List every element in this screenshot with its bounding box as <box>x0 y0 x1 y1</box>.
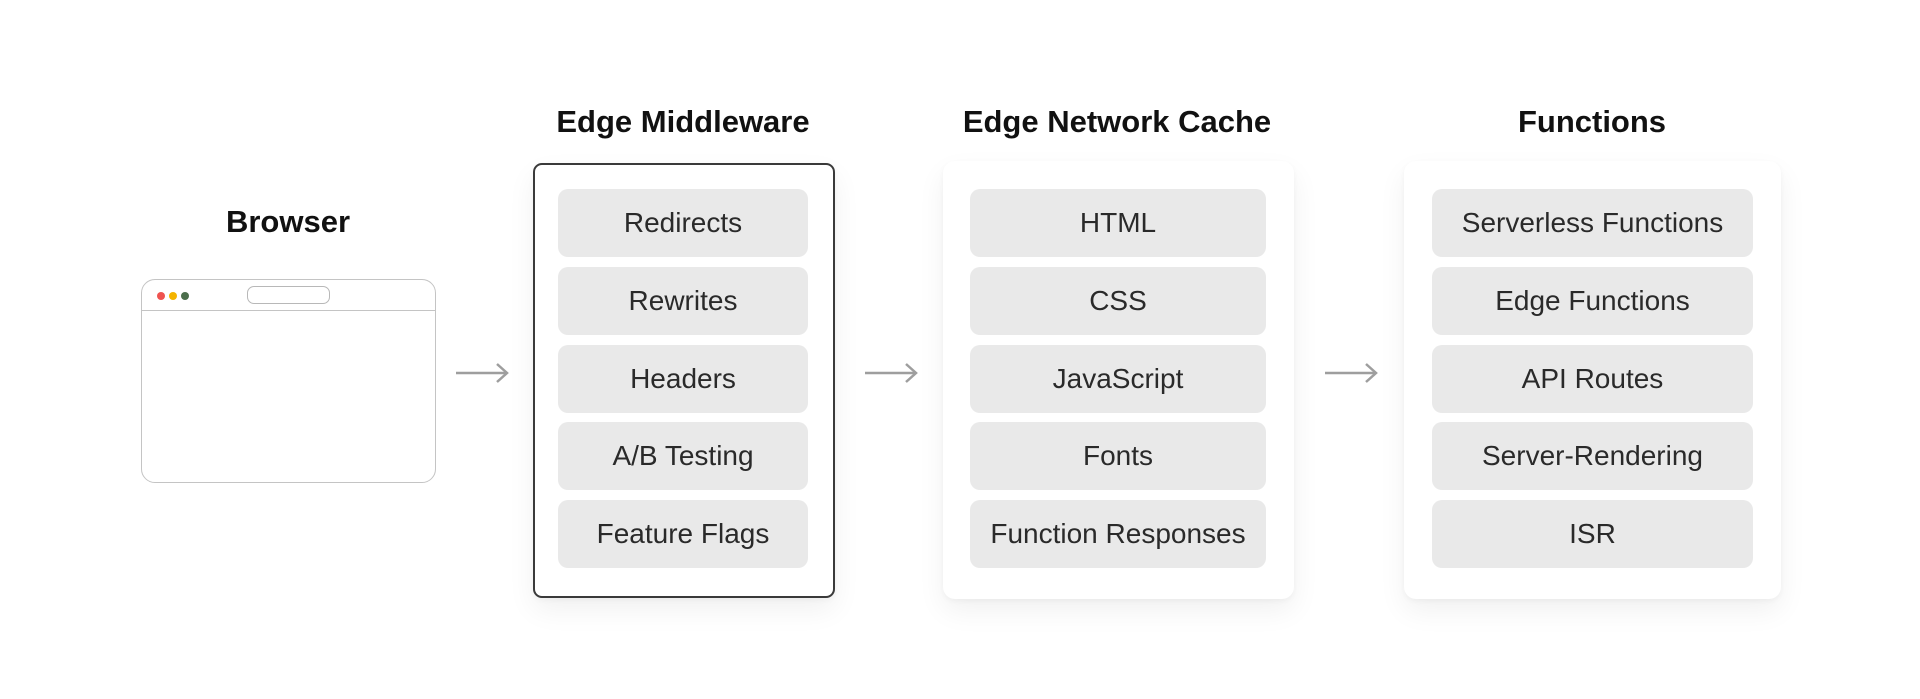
stage-item: CSS <box>970 267 1266 335</box>
edge-middleware-panel: Redirects Rewrites Headers A/B Testing F… <box>533 163 835 598</box>
maximize-dot-icon <box>181 292 189 300</box>
edge-network-cache-title: Edge Network Cache <box>962 104 1272 139</box>
browser-toolbar-divider <box>142 310 435 311</box>
stage-item: API Routes <box>1432 345 1753 413</box>
stage-item: Feature Flags <box>558 500 808 568</box>
stage-item: Headers <box>558 345 808 413</box>
stage-item: Redirects <box>558 189 808 257</box>
stage-item: Edge Functions <box>1432 267 1753 335</box>
browser-window-icon <box>141 279 436 483</box>
stage-item: Serverless Functions <box>1432 189 1753 257</box>
edge-network-cache-panel: HTML CSS JavaScript Fonts Function Respo… <box>943 161 1294 599</box>
browser-title: Browser <box>225 204 351 239</box>
stage-item: Rewrites <box>558 267 808 335</box>
stage-item: ISR <box>1432 500 1753 568</box>
arrow-right-icon <box>1325 363 1378 383</box>
close-dot-icon <box>157 292 165 300</box>
edge-middleware-title: Edge Middleware <box>556 104 810 139</box>
stage-item: Function Responses <box>970 500 1266 568</box>
functions-panel: Serverless Functions Edge Functions API … <box>1404 161 1781 599</box>
arrow-right-icon <box>865 363 918 383</box>
address-bar <box>247 286 330 304</box>
stage-item: JavaScript <box>970 345 1266 413</box>
stage-item: A/B Testing <box>558 422 808 490</box>
functions-title: Functions <box>1517 104 1667 139</box>
stage-item: Fonts <box>970 422 1266 490</box>
minimize-dot-icon <box>169 292 177 300</box>
arrow-right-icon <box>456 363 509 383</box>
stage-item: Server-Rendering <box>1432 422 1753 490</box>
stage-item: HTML <box>970 189 1266 257</box>
